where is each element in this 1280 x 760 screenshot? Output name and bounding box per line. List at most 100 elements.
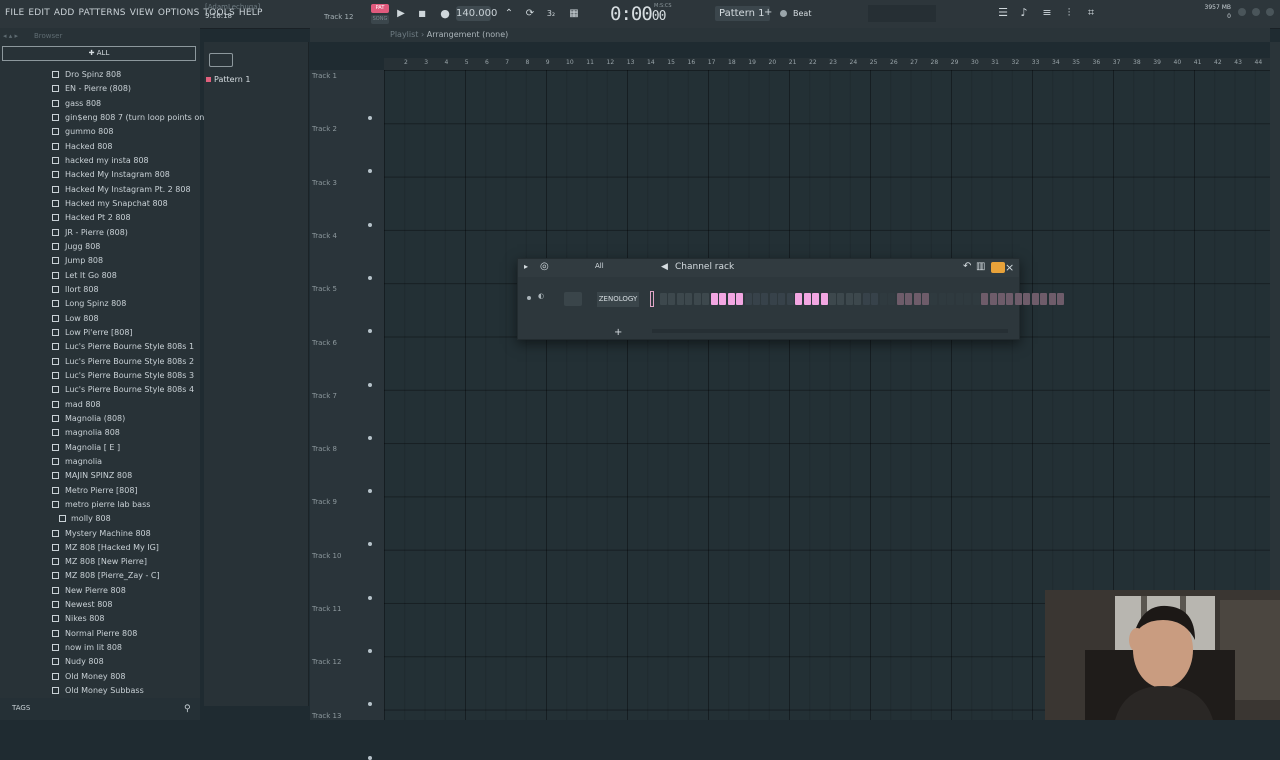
track-mute-led[interactable] xyxy=(368,702,372,707)
track-label[interactable]: Track 7 xyxy=(312,392,337,400)
browser-nav-icon[interactable]: ◂ ▴ ▸ xyxy=(3,32,18,40)
browser-file-item[interactable]: Luc's Pierre Bourne Style 808s 3 xyxy=(0,369,200,383)
menu-options[interactable]: OPTIONS xyxy=(158,8,200,18)
browser-file-item[interactable]: MZ 808 [New Pierre] xyxy=(0,555,200,569)
browser-file-item[interactable]: llort 808 xyxy=(0,283,200,297)
step-button[interactable] xyxy=(727,293,735,305)
browser-file-item[interactable]: Luc's Pierre Bourne Style 808s 1 xyxy=(0,340,200,354)
typing-keyboard-icon[interactable]: ▦ xyxy=(567,7,581,21)
step-button[interactable] xyxy=(761,293,769,305)
step-button[interactable] xyxy=(1031,293,1039,305)
browser-file-item[interactable]: Metro Pierre [808] xyxy=(0,484,200,498)
step-button[interactable] xyxy=(803,293,811,305)
browser-file-item[interactable]: Let It Go 808 xyxy=(0,269,200,283)
menu-file[interactable]: FILE xyxy=(5,8,24,18)
browser-file-item[interactable]: Low Pi'erre [808] xyxy=(0,326,200,340)
browser-file-item[interactable]: Old Money 808 xyxy=(0,670,200,684)
track-label[interactable]: Track 2 xyxy=(312,125,337,133)
picker-pattern-item[interactable]: Pattern 1 xyxy=(206,75,250,84)
browser-file-item[interactable]: Dro Spinz 808 xyxy=(0,68,200,82)
browser-file-item[interactable]: now im lit 808 xyxy=(0,641,200,655)
step-button[interactable] xyxy=(888,293,896,305)
pan-knob-icon[interactable]: ◐ xyxy=(538,292,548,302)
step-button[interactable] xyxy=(964,293,972,305)
step-button[interactable] xyxy=(921,293,929,305)
browser-file-item[interactable]: magnolia xyxy=(0,455,200,469)
step-button[interactable] xyxy=(879,293,887,305)
pat-mode[interactable]: PAT xyxy=(371,4,389,13)
browser-file-item[interactable]: gass 808 xyxy=(0,97,200,111)
stop-icon[interactable]: ■ xyxy=(415,7,429,21)
piano-icon[interactable] xyxy=(209,53,233,67)
step-button[interactable] xyxy=(702,293,710,305)
track-label[interactable]: Track 12 xyxy=(312,658,341,666)
browser-file-item[interactable]: metro pierre lab bass xyxy=(0,498,200,512)
step-button[interactable] xyxy=(1040,293,1048,305)
channel-filter[interactable]: All xyxy=(595,262,640,270)
browser-file-item[interactable]: mad 808 xyxy=(0,398,200,412)
track-mute-led[interactable] xyxy=(368,222,372,227)
track-label[interactable]: Track 4 xyxy=(312,232,337,240)
track-mute-led[interactable] xyxy=(368,382,372,387)
browser-file-item[interactable]: Hacked My Instagram 808 xyxy=(0,168,200,182)
loop-record-icon[interactable]: ⟳ xyxy=(523,7,537,21)
browser-file-item[interactable]: gummo 808 xyxy=(0,125,200,139)
step-button[interactable] xyxy=(786,293,794,305)
step-button[interactable] xyxy=(871,293,879,305)
step-button[interactable] xyxy=(913,293,921,305)
browser-file-item[interactable]: Newest 808 xyxy=(0,598,200,612)
channel-rack-header[interactable]: ▸ ◎ All ◀ Channel rack ↶ ▥ × xyxy=(518,259,1019,277)
track-mute-led[interactable] xyxy=(368,275,372,280)
browser-file-item[interactable]: Hacked My Instagram Pt. 2 808 xyxy=(0,183,200,197)
browser-file-item[interactable]: MZ 808 [Pierre_Zay - C] xyxy=(0,569,200,583)
track-label[interactable]: Track 6 xyxy=(312,339,337,347)
mixer-icon[interactable]: ⫶ xyxy=(1061,5,1077,21)
browser-file-item[interactable]: gin$eng 808 7 (turn loop points on) xyxy=(0,111,207,125)
step-sequencer-icon[interactable] xyxy=(991,262,1005,273)
timeline-ruler[interactable]: 2 3 4 5 6 7 8 9 10 11 12 13 14 15 16 17 18 19 20 21 22 23 24 25… xyxy=(384,58,1270,70)
horizontal-scrollbar[interactable] xyxy=(652,329,1008,333)
step-button[interactable] xyxy=(1057,293,1065,305)
step-button[interactable] xyxy=(795,293,803,305)
close-icon[interactable] xyxy=(1266,8,1274,16)
step-button[interactable] xyxy=(676,293,684,305)
step-button[interactable] xyxy=(1006,293,1014,305)
step-button[interactable] xyxy=(854,293,862,305)
step-button[interactable] xyxy=(744,293,752,305)
plugin-picker-icon[interactable]: ⌗ xyxy=(1083,5,1099,21)
browser-file-item[interactable]: Magnolia [ E ] xyxy=(0,441,200,455)
browser-file-item[interactable]: MZ 808 [Hacked My IG] xyxy=(0,541,200,555)
play-icon[interactable]: ▶ xyxy=(394,7,408,21)
track-mute-led[interactable] xyxy=(368,329,372,334)
record-icon[interactable]: ● xyxy=(438,7,452,21)
browser-file-item[interactable]: Jugg 808 xyxy=(0,240,200,254)
track-label[interactable]: Track 11 xyxy=(312,605,341,613)
step-button[interactable] xyxy=(736,293,744,305)
step-button[interactable] xyxy=(778,293,786,305)
step-button[interactable] xyxy=(981,293,989,305)
step-button[interactable] xyxy=(660,293,667,305)
step-button[interactable] xyxy=(710,293,718,305)
pattern-selector[interactable]: Pattern 1 xyxy=(715,6,770,21)
browser-file-item[interactable]: Long Spinz 808 xyxy=(0,297,200,311)
step-button[interactable] xyxy=(769,293,777,305)
menu-arrow-icon[interactable]: ▸ xyxy=(524,262,528,271)
arrangement-label[interactable]: Arrangement xyxy=(427,30,480,39)
step-button[interactable] xyxy=(693,293,701,305)
metronome-icon[interactable]: ⌃ xyxy=(502,7,516,21)
track-mute-led[interactable] xyxy=(368,542,372,547)
step-button[interactable] xyxy=(989,293,997,305)
track-mute-led[interactable] xyxy=(368,595,372,600)
track-label[interactable]: Track 5 xyxy=(312,285,337,293)
add-channel-icon[interactable]: + xyxy=(614,327,622,338)
track-label[interactable]: Track 9 xyxy=(312,498,337,506)
browser-file-item[interactable]: Hacked my Snapchat 808 xyxy=(0,197,200,211)
browser-file-item[interactable]: hacked my insta 808 xyxy=(0,154,200,168)
swing-icon[interactable]: ◎ xyxy=(540,261,549,272)
browser-file-item[interactable]: Luc's Pierre Bourne Style 808s 4 xyxy=(0,383,200,397)
step-button[interactable] xyxy=(998,293,1005,305)
track-mute-led[interactable] xyxy=(368,649,372,653)
step-button[interactable] xyxy=(752,293,760,305)
piano-roll-icon[interactable]: ♪ xyxy=(1016,5,1032,21)
browser-file-item[interactable]: Low 808 xyxy=(0,312,200,326)
